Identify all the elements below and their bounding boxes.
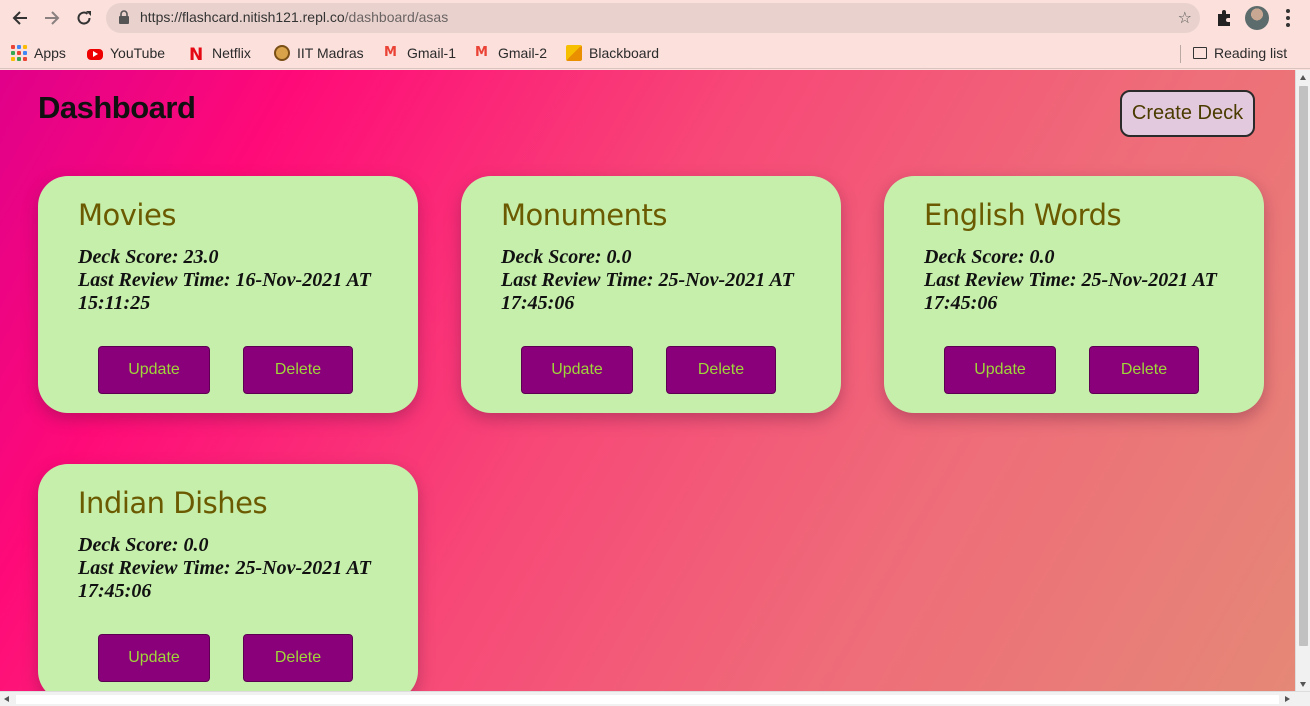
- deck-score: Deck Score: 0.0: [501, 246, 632, 268]
- bookmark-iit-madras[interactable]: IIT Madras: [274, 42, 364, 64]
- reading-list-icon: [1193, 47, 1207, 59]
- horizontal-scroll-thumb[interactable]: [16, 695, 1279, 704]
- netflix-icon: N: [189, 45, 204, 65]
- scroll-up-icon[interactable]: [1300, 75, 1306, 80]
- reload-icon[interactable]: [72, 6, 96, 30]
- update-button[interactable]: Update: [944, 346, 1056, 394]
- bookmark-label: YouTube: [110, 45, 166, 61]
- delete-button[interactable]: Delete: [243, 634, 353, 682]
- bookmark-apps[interactable]: Apps: [11, 42, 66, 64]
- delete-button[interactable]: Delete: [1089, 346, 1199, 394]
- browser-toolbar: https://flashcard.nitish121.repl.co/dash…: [0, 0, 1310, 36]
- bookmark-label: IIT Madras: [297, 45, 364, 61]
- bookmark-label: Blackboard: [589, 45, 660, 61]
- bookmark-gmail-2[interactable]: M Gmail-2: [475, 42, 547, 64]
- blackboard-icon: [566, 45, 582, 61]
- bookmark-label: Netflix: [212, 45, 251, 61]
- vertical-scrollbar[interactable]: [1295, 70, 1310, 691]
- vertical-scroll-thumb[interactable]: [1299, 86, 1308, 646]
- bookmarks-divider: [1180, 45, 1181, 63]
- bookmark-label: Apps: [34, 45, 66, 61]
- deck-info: Deck Score: 0.0 Last Review Time: 25-Nov…: [924, 246, 1254, 315]
- url-text: https://flashcard.nitish121.repl.co/dash…: [140, 9, 448, 25]
- horizontal-scrollbar[interactable]: [0, 691, 1310, 706]
- bookmark-label: Gmail-2: [498, 45, 548, 61]
- bookmark-gmail-1[interactable]: M Gmail-1: [384, 42, 456, 64]
- forward-arrow-icon[interactable]: [40, 6, 64, 30]
- scroll-down-icon[interactable]: [1300, 682, 1306, 687]
- iit-madras-icon: [274, 45, 290, 61]
- page-title: Dashboard: [38, 90, 196, 125]
- deck-card: Indian Dishes Deck Score: 0.0 Last Revie…: [38, 464, 418, 691]
- create-deck-button[interactable]: Create Deck: [1120, 90, 1255, 137]
- bookmark-youtube[interactable]: YouTube: [87, 42, 165, 64]
- update-button[interactable]: Update: [98, 634, 210, 682]
- url-path: /dashboard/asas: [344, 9, 449, 25]
- bookmarks-bar: Apps YouTube N Netflix IIT Madras M Gmai…: [0, 36, 1310, 69]
- scroll-left-icon[interactable]: [4, 696, 9, 702]
- deck-last-review: Last Review Time: 25-Nov-2021 AT 17:45:0…: [78, 557, 371, 602]
- youtube-icon: [87, 48, 103, 60]
- back-arrow-icon[interactable]: [8, 6, 32, 30]
- delete-button[interactable]: Delete: [243, 346, 353, 394]
- deck-last-review: Last Review Time: 25-Nov-2021 AT 17:45:0…: [924, 269, 1217, 314]
- bookmark-netflix[interactable]: N Netflix: [189, 42, 251, 65]
- deck-title: Monuments: [501, 198, 667, 232]
- deck-card: Movies Deck Score: 23.0 Last Review Time…: [38, 176, 418, 413]
- update-button[interactable]: Update: [521, 346, 633, 394]
- deck-card: Monuments Deck Score: 0.0 Last Review Ti…: [461, 176, 841, 413]
- deck-score: Deck Score: 23.0: [78, 246, 219, 268]
- avatar[interactable]: [1245, 6, 1269, 30]
- deck-last-review: Last Review Time: 16-Nov-2021 AT 15:11:2…: [78, 269, 371, 314]
- delete-button[interactable]: Delete: [666, 346, 776, 394]
- gmail-icon: M: [384, 45, 397, 60]
- deck-info: Deck Score: 0.0 Last Review Time: 25-Nov…: [501, 246, 831, 315]
- deck-info: Deck Score: 0.0 Last Review Time: 25-Nov…: [78, 534, 408, 603]
- reading-list-button[interactable]: Reading list: [1193, 42, 1287, 64]
- deck-title: Movies: [78, 198, 176, 232]
- bookmark-blackboard[interactable]: Blackboard: [566, 42, 659, 64]
- deck-score: Deck Score: 0.0: [924, 246, 1055, 268]
- address-bar[interactable]: https://flashcard.nitish121.repl.co/dash…: [106, 3, 1200, 33]
- reading-list-label: Reading list: [1214, 45, 1288, 61]
- deck-title: Indian Dishes: [78, 486, 268, 520]
- deck-info: Deck Score: 23.0 Last Review Time: 16-No…: [78, 246, 408, 315]
- bookmark-label: Gmail-1: [407, 45, 457, 61]
- page-viewport: Dashboard Create Deck Movies Deck Score:…: [0, 70, 1295, 691]
- kebab-menu-icon[interactable]: [1281, 6, 1295, 30]
- update-button[interactable]: Update: [98, 346, 210, 394]
- deck-title: English Words: [924, 198, 1122, 232]
- deck-score: Deck Score: 0.0: [78, 534, 209, 556]
- url-host: https://flashcard.nitish121.repl.co: [140, 9, 345, 25]
- lock-icon: [119, 10, 129, 24]
- scroll-right-icon[interactable]: [1285, 696, 1290, 702]
- gmail-icon: M: [475, 45, 488, 60]
- deck-last-review: Last Review Time: 25-Nov-2021 AT 17:45:0…: [501, 269, 794, 314]
- puzzle-icon[interactable]: [1214, 8, 1234, 28]
- apps-grid-icon: [11, 45, 27, 61]
- deck-card: English Words Deck Score: 0.0 Last Revie…: [884, 176, 1264, 413]
- star-icon[interactable]: ☆: [1178, 8, 1192, 27]
